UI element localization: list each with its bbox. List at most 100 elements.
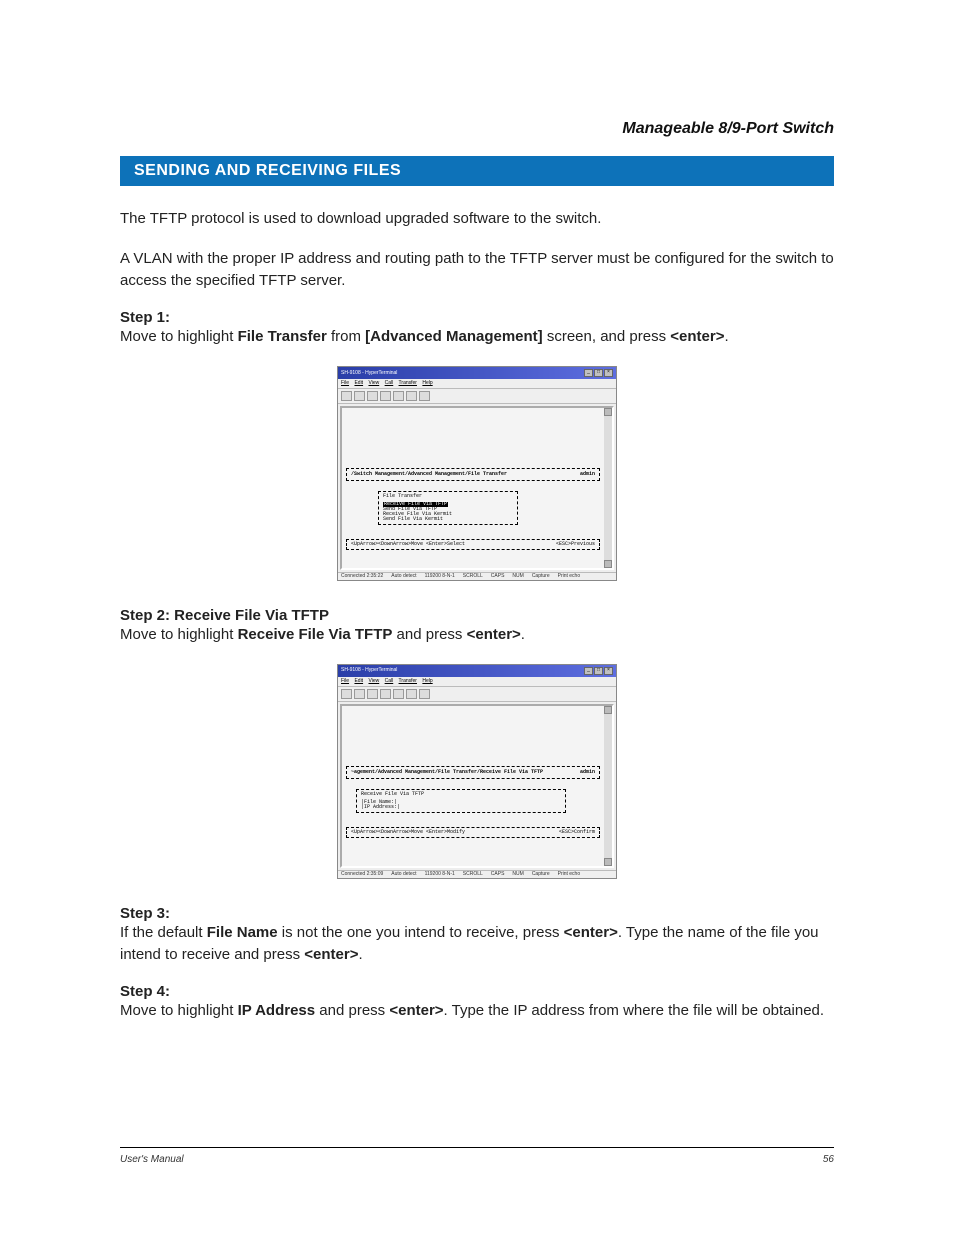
text: .: [724, 328, 728, 345]
toolbar-button: [354, 689, 365, 699]
text: . Type the IP address from where the fil…: [444, 1002, 825, 1019]
toolbar-button: [367, 391, 378, 401]
scrollbar: [603, 408, 612, 568]
status-item: 119200 8-N-1: [425, 872, 455, 877]
window-title: SH-9108 - HyperTerminal: [341, 668, 397, 673]
text-bold: Receive File Via TFTP: [238, 626, 393, 643]
hints-left: <UpArrow><DownArrow>Move <Enter>Modify: [351, 830, 465, 835]
status-item: Capture: [532, 872, 550, 877]
toolbar-button: [419, 391, 430, 401]
step-1-heading: Step 1:: [120, 309, 834, 326]
status-item: CAPS: [491, 872, 505, 877]
intro-paragraph-1: The TFTP protocol is used to download up…: [120, 208, 834, 230]
terminal-header-block: ~agement/Advanced Management/File Transf…: [346, 766, 600, 779]
status-item: Connected 2:35:09: [341, 872, 383, 877]
step-4-text: Move to highlight IP Address and press <…: [120, 1000, 834, 1022]
toolbar-button: [380, 391, 391, 401]
toolbar-button: [341, 391, 352, 401]
step-2-heading: Step 2: Receive File Via TFTP: [120, 607, 834, 624]
menu-call: Call: [385, 380, 394, 386]
toolbar-button: [354, 391, 365, 401]
text: is not the one you intend to receive, pr…: [278, 924, 564, 941]
text: Move to highlight: [120, 1002, 238, 1019]
hyperterminal-window: SH-9108 - HyperTerminal _ □ × File Edit …: [337, 664, 617, 879]
step-1-text: Move to highlight File Transfer from [Ad…: [120, 326, 834, 348]
maximize-icon: □: [594, 369, 603, 377]
menu-view: View: [368, 678, 379, 684]
terminal-hints: <UpArrow><DownArrow>Move <Enter>Select <…: [346, 539, 600, 550]
figure-2: SH-9108 - HyperTerminal _ □ × File Edit …: [337, 664, 617, 879]
menu-item: Send File Via Kermit: [383, 517, 513, 522]
receive-file-box: Receive File Via TFTP |File Name:| |IP A…: [356, 789, 566, 813]
toolbar: [338, 687, 616, 702]
manual-page: Manageable 8/9-Port Switch SENDING AND R…: [0, 0, 954, 1235]
menu-call: Call: [385, 678, 394, 684]
minimize-icon: _: [584, 667, 593, 675]
toolbar-button: [393, 391, 404, 401]
key-enter: <enter>: [670, 328, 724, 345]
menu-view: View: [368, 380, 379, 386]
toolbar-button: [406, 391, 417, 401]
menu-help: Help: [422, 380, 432, 386]
menu-edit: Edit: [354, 678, 363, 684]
menu-file: File: [341, 380, 349, 386]
statusbar: Connected 2:35:22 Auto detect 119200 8-N…: [338, 572, 616, 580]
figure-1: SH-9108 - HyperTerminal _ □ × File Edit …: [337, 366, 617, 581]
text: and press: [392, 626, 466, 643]
intro-paragraph-2: A VLAN with the proper IP address and ro…: [120, 248, 834, 292]
status-item: Auto detect: [391, 574, 416, 579]
key-enter: <enter>: [389, 1002, 443, 1019]
step-3-heading: Step 3:: [120, 905, 834, 922]
window-buttons: _ □ ×: [584, 667, 613, 675]
toolbar: [338, 389, 616, 404]
menubar: File Edit View Call Transfer Help: [338, 379, 616, 389]
text: .: [358, 946, 362, 963]
section-heading: SENDING AND RECEIVING FILES: [120, 156, 834, 186]
text-bold: [Advanced Management]: [365, 328, 543, 345]
footer-left: User's Manual: [120, 1154, 184, 1165]
text: If the default: [120, 924, 207, 941]
text: from: [327, 328, 365, 345]
terminal-header-block: /Switch Management/Advanced Management/F…: [346, 468, 600, 481]
footer-page-number: 56: [823, 1154, 834, 1165]
toolbar-button: [380, 689, 391, 699]
admin-label: admin: [580, 770, 595, 775]
hints-right: <ESC>Previous: [556, 542, 595, 547]
toolbar-button: [406, 689, 417, 699]
menu-transfer: Transfer: [399, 380, 417, 386]
status-item: Print echo: [558, 574, 581, 579]
toolbar-button: [419, 689, 430, 699]
field-ipaddress-label: |IP Address:|: [361, 804, 400, 810]
toolbar-button: [367, 689, 378, 699]
step-3-text: If the default File Name is not the one …: [120, 922, 834, 966]
status-item: Connected 2:35:22: [341, 574, 383, 579]
admin-label: admin: [580, 472, 595, 477]
statusbar: Connected 2:35:09 Auto detect 119200 8-N…: [338, 870, 616, 878]
status-item: SCROLL: [463, 574, 483, 579]
hints-right: <ESC>Confirm: [559, 830, 595, 835]
text: .: [521, 626, 525, 643]
hyperterminal-window: SH-9108 - HyperTerminal _ □ × File Edit …: [337, 366, 617, 581]
scrollbar: [603, 706, 612, 866]
close-icon: ×: [604, 667, 613, 675]
file-transfer-box: File Transfer Receive File Via TFTP Send…: [378, 491, 518, 525]
menu-file: File: [341, 678, 349, 684]
key-enter: <enter>: [564, 924, 618, 941]
status-item: Auto detect: [391, 872, 416, 877]
step-2-text: Move to highlight Receive File Via TFTP …: [120, 624, 834, 646]
minimize-icon: _: [584, 369, 593, 377]
breadcrumb: /Switch Management/Advanced Management/F…: [351, 472, 507, 477]
terminal-hints: <UpArrow><DownArrow>Move <Enter>Modify <…: [346, 827, 600, 838]
status-item: 119200 8-N-1: [425, 574, 455, 579]
step-4-heading: Step 4:: [120, 983, 834, 1000]
toolbar-button: [393, 689, 404, 699]
status-item: CAPS: [491, 574, 505, 579]
text-bold: File Name: [207, 924, 278, 941]
window-buttons: _ □ ×: [584, 369, 613, 377]
window-titlebar: SH-9108 - HyperTerminal _ □ ×: [338, 367, 616, 379]
terminal-area: /Switch Management/Advanced Management/F…: [340, 406, 614, 570]
window-titlebar: SH-9108 - HyperTerminal _ □ ×: [338, 665, 616, 677]
menubar: File Edit View Call Transfer Help: [338, 677, 616, 687]
text: screen, and press: [543, 328, 671, 345]
key-enter: <enter>: [304, 946, 358, 963]
